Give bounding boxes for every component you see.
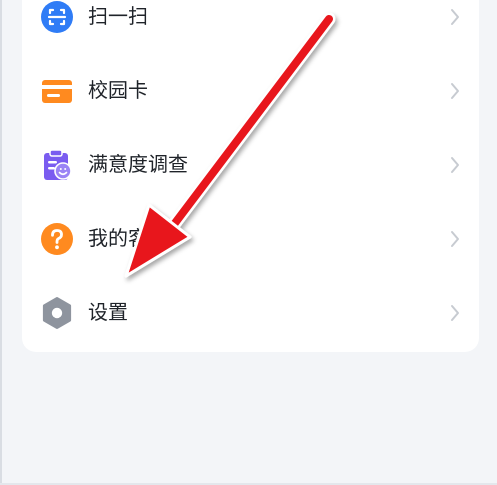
menu-item-label: 我的客服 (88, 226, 168, 250)
chevron-right-icon (451, 231, 459, 247)
chevron-right-icon (451, 9, 459, 25)
scan-icon (41, 1, 73, 33)
screen-left-edge (0, 0, 2, 485)
chevron-right-icon (451, 83, 459, 99)
settings-gear-icon (42, 297, 72, 329)
menu-item-label: 校园卡 (88, 78, 148, 102)
menu-item-label: 设置 (88, 300, 128, 324)
menu-item-settings[interactable]: 设置 (22, 275, 479, 349)
help-question-icon (41, 223, 73, 255)
menu-item-customer-service[interactable]: 我的客服 (22, 201, 479, 275)
campus-card-icon (42, 80, 72, 103)
menu-item-label: 满意度调查 (88, 152, 188, 176)
menu-item-satisfaction-survey[interactable]: 满意度调查 (22, 127, 479, 201)
menu-item-label: 扫一扫 (88, 4, 148, 28)
menu-card: 扫一扫 校园卡 满意度调查 我的客服 设置 (22, 0, 479, 352)
menu-item-scan[interactable]: 扫一扫 (22, 0, 479, 53)
survey-clipboard-icon (44, 149, 72, 180)
chevron-right-icon (451, 157, 459, 173)
chevron-right-icon (451, 305, 459, 321)
menu-item-campus-card[interactable]: 校园卡 (22, 53, 479, 127)
